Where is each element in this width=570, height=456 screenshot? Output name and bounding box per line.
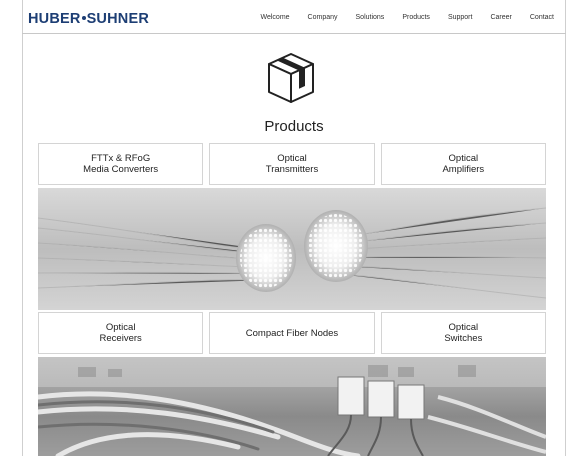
nav-welcome[interactable]: Welcome	[252, 14, 299, 21]
fiber-optic-bundles-photo	[38, 188, 546, 310]
page-title: Products	[264, 118, 324, 135]
nav-company[interactable]: Company	[299, 14, 347, 21]
header-divider	[22, 33, 566, 34]
nav-support[interactable]: Support	[439, 14, 482, 21]
fiber-photo-drawing	[38, 207, 546, 299]
nav-solutions[interactable]: Solutions	[347, 14, 394, 21]
product-tiles-row-1: FTTx & RFoG Media Converters Optical Tra…	[38, 143, 546, 185]
logo-dot-icon	[81, 16, 86, 21]
tile-optical-amplifiers[interactable]: Optical Amplifiers	[380, 143, 546, 185]
site-header: HUBER SUHNER Welcome Company Solutions Pr…	[28, 8, 560, 36]
main-nav: Welcome Company Solutions Products Suppo…	[252, 14, 555, 21]
network-cables-photo	[38, 357, 546, 456]
tile-optical-switches[interactable]: Optical Switches	[380, 312, 546, 354]
box-icon	[268, 53, 314, 103]
logo-text-left: HUBER	[28, 11, 81, 27]
cables-photo-drawing	[38, 357, 546, 456]
tile-optical-receivers[interactable]: Optical Receivers	[38, 312, 204, 354]
huber-suhner-logo[interactable]: HUBER SUHNER	[28, 11, 149, 27]
tile-compact-fiber-nodes[interactable]: Compact Fiber Nodes	[209, 312, 375, 354]
product-tiles-row-2: Optical Receivers Compact Fiber Nodes Op…	[38, 312, 546, 354]
logo-text-right: SUHNER	[86, 11, 149, 27]
tile-fttx-media-converters[interactable]: FTTx & RFoG Media Converters	[38, 143, 204, 185]
nav-products[interactable]: Products	[393, 14, 439, 21]
tile-optical-transmitters[interactable]: Optical Transmitters	[209, 143, 375, 185]
nav-career[interactable]: Career	[481, 14, 520, 21]
nav-contact[interactable]: Contact	[521, 14, 554, 21]
